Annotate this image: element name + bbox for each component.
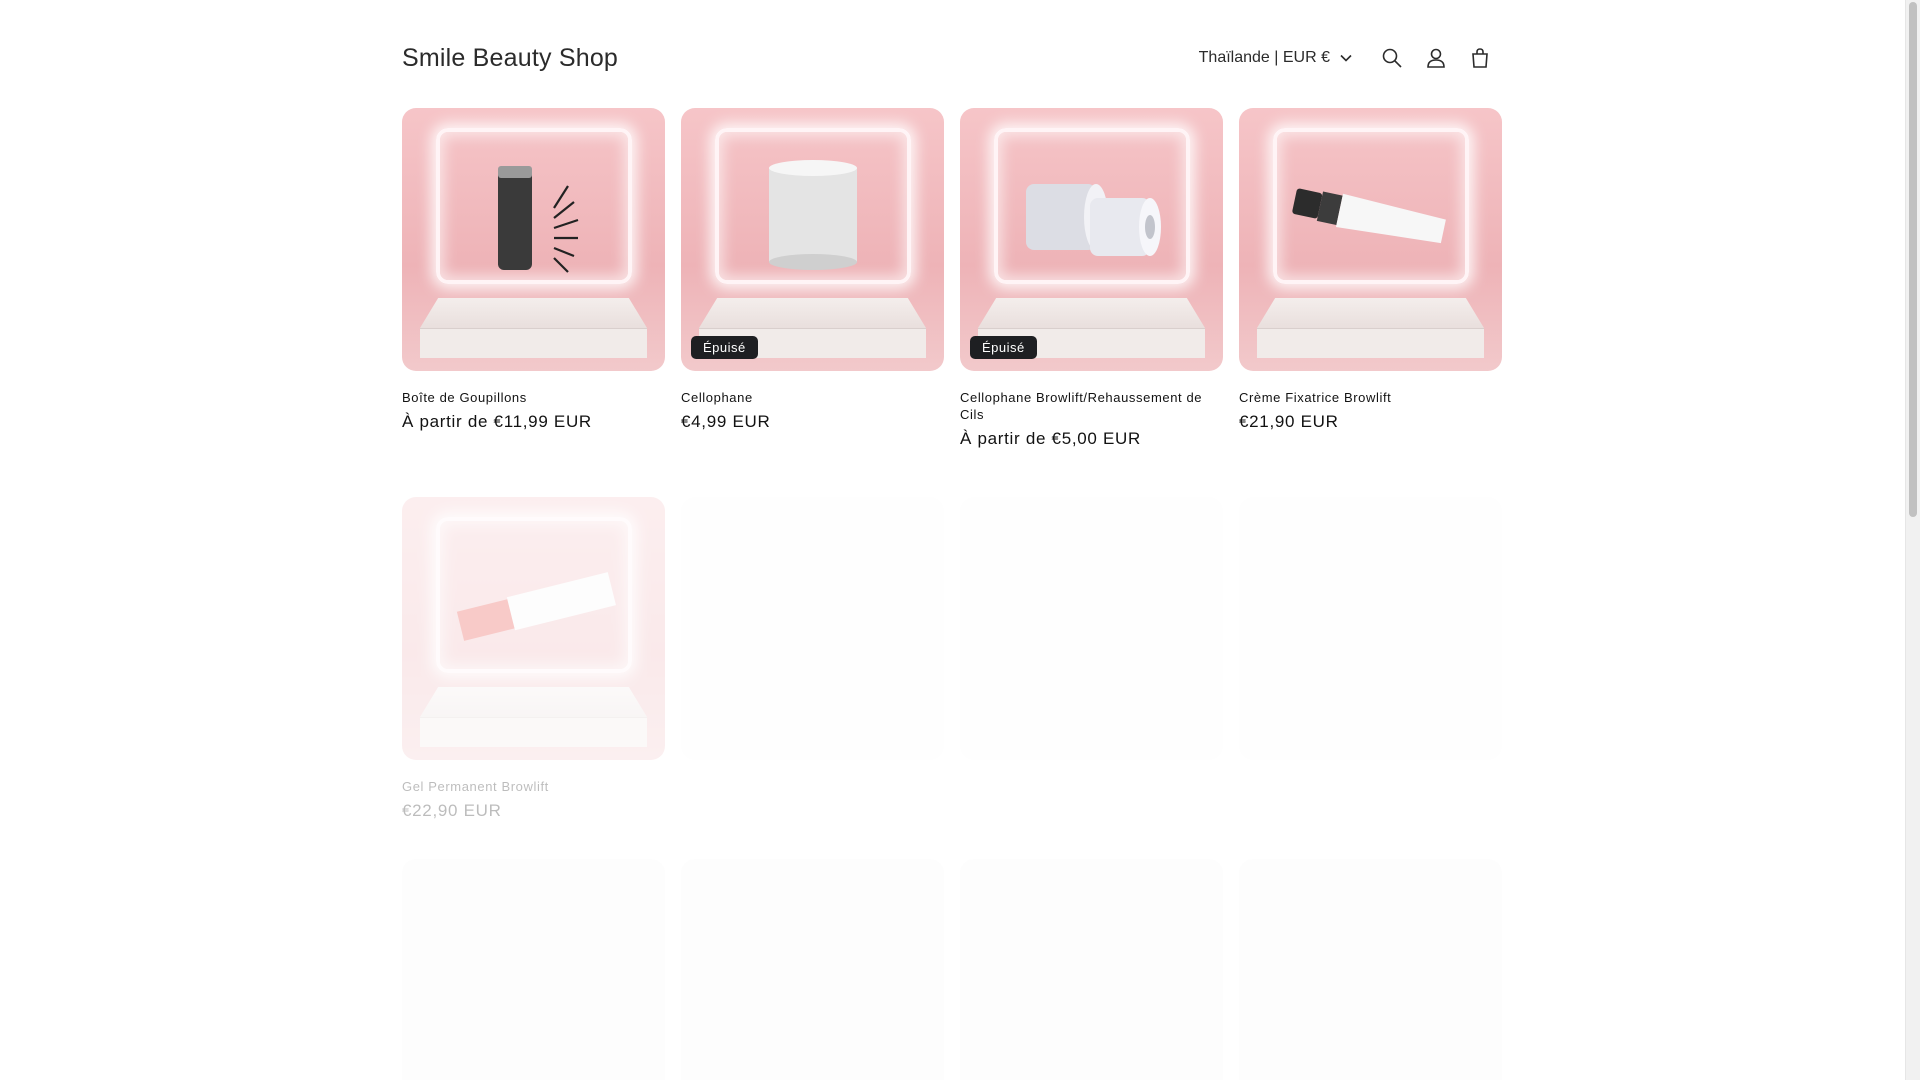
search-button[interactable] [1370,36,1414,80]
product-row: Boîte de Goupillons À partir de €11,99 E… [402,108,1503,449]
product-row [402,859,1503,1080]
sold-out-badge: Épuisé [691,336,758,359]
product-grid: Boîte de Goupillons À partir de €11,99 E… [402,108,1503,1080]
user-icon [1427,48,1445,68]
product-image[interactable] [402,108,665,371]
product-card[interactable] [1239,497,1502,821]
product-price: €4,99 EUR [681,412,771,431]
cart-button[interactable] [1458,36,1502,80]
product-title[interactable]: Boîte de Goupillons [402,389,665,406]
product-title[interactable]: Gel Permanent Browlift [402,778,665,795]
product-title[interactable]: Crème Fixatrice Browlift [1239,389,1502,406]
product-image[interactable] [402,859,665,1080]
site-header: Smile Beauty Shop Thaïlande | EUR € [402,36,1502,80]
product-image[interactable] [960,497,1223,760]
product-card[interactable] [681,859,944,1080]
product-image[interactable]: Épuisé [960,108,1223,371]
product-card[interactable]: Gel Permanent Browlift €22,90 EUR [402,497,665,821]
product-price: €21,90 EUR [1239,412,1339,431]
product-price: À partir de €5,00 EUR [960,429,1142,448]
product-card[interactable] [960,497,1223,821]
country-currency-selector[interactable]: Thaïlande | EUR € [1199,49,1352,67]
search-icon [1382,48,1402,68]
product-title[interactable]: Cellophane Browlift/Rehaussement de Cils [960,389,1223,423]
product-image[interactable]: Épuisé [681,108,944,371]
product-card[interactable] [1239,859,1502,1080]
product-price: À partir de €11,99 EUR [402,412,592,431]
product-card[interactable] [402,859,665,1080]
product-image[interactable] [681,497,944,760]
cart-icon [1472,48,1488,68]
product-image[interactable] [1239,859,1502,1080]
locale-label: Thaïlande | EUR € [1198,49,1330,66]
product-card[interactable] [681,497,944,821]
page-scrollbar[interactable] [1905,0,1920,1080]
product-price: €22,90 EUR [402,801,502,820]
shop-logo[interactable]: Smile Beauty Shop [402,44,1199,73]
product-card[interactable]: Crème Fixatrice Browlift €21,90 EUR [1239,108,1502,449]
scrollbar-thumb[interactable] [1909,2,1917,517]
product-image[interactable] [1239,108,1502,371]
gel-tube-image [456,572,616,641]
product-card[interactable]: Épuisé Cellophane Browlift/Rehaussement … [960,108,1223,449]
chevron-down-icon [1340,54,1352,62]
product-image[interactable] [402,497,665,760]
product-image[interactable] [1239,497,1502,760]
product-title[interactable]: Cellophane [681,389,944,406]
cream-tube-image [1292,188,1446,244]
product-card[interactable]: Boîte de Goupillons À partir de €11,99 E… [402,108,665,449]
product-row: Gel Permanent Browlift €22,90 EUR [402,497,1503,821]
film-rolls-image [1026,184,1161,256]
product-card[interactable] [960,859,1223,1080]
product-image[interactable] [681,859,944,1080]
brush-tube-image [498,166,579,273]
film-roll-image [769,160,857,270]
sold-out-badge: Épuisé [970,336,1037,359]
product-card[interactable]: Épuisé Cellophane €4,99 EUR [681,108,944,449]
account-button[interactable] [1414,36,1458,80]
product-image[interactable] [960,859,1223,1080]
